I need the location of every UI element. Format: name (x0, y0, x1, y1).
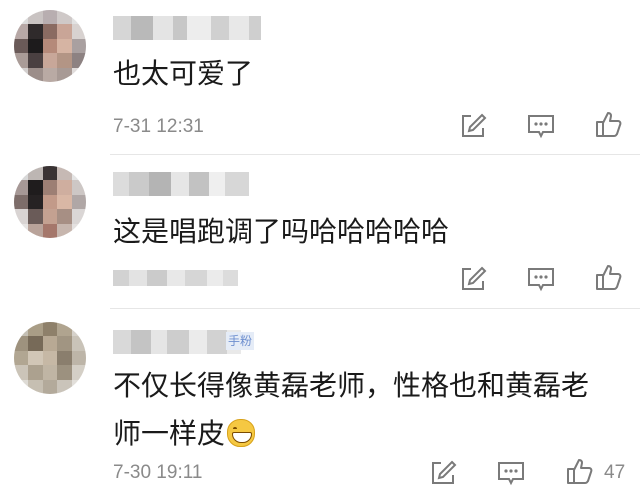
edit-share-icon (432, 460, 457, 484)
comment-text: 也太可爱了 (113, 57, 254, 90)
divider (110, 154, 640, 155)
like-button[interactable] (594, 262, 624, 292)
thumbs-up-icon (596, 112, 622, 137)
like-count: 47 (604, 462, 626, 483)
like-button[interactable] (594, 109, 624, 139)
divider (110, 308, 640, 309)
share-button[interactable] (428, 458, 458, 488)
comment-text-line2: 师一样皮 (113, 417, 226, 450)
comment-item: 手粉 不仅长得像黄磊老师，性格也和黄磊老 师一样皮 7-30 19:11 47 (0, 310, 640, 496)
username-blurred[interactable] (113, 16, 261, 40)
username-blurred[interactable] (113, 172, 249, 196)
reply-button[interactable] (526, 111, 556, 141)
comment-timestamp: 7-30 19:11 (113, 462, 203, 483)
edit-share-icon (462, 113, 487, 137)
avatar[interactable] (14, 166, 86, 238)
comment-bubble-icon (528, 115, 554, 139)
avatar[interactable] (14, 322, 86, 394)
timestamp-blurred (113, 270, 238, 286)
like-button[interactable] (565, 456, 595, 486)
reply-button[interactable] (496, 458, 526, 488)
comment-item: 也太可爱了 7-31 12:31 (0, 0, 640, 160)
comment-text: 这是唱跑调了吗哈哈哈哈哈 (113, 215, 450, 248)
comment-bubble-icon (498, 462, 524, 486)
username-blurred[interactable] (113, 330, 241, 354)
comment-item: 这是唱跑调了吗哈哈哈哈哈 (0, 160, 640, 310)
avatar[interactable] (14, 10, 86, 82)
thumbs-up-icon (567, 459, 593, 484)
fan-badge: 手粉 (226, 332, 255, 350)
share-button[interactable] (458, 111, 488, 141)
comment-text-line1: 不仅长得像黄磊老师，性格也和黄磊老 (113, 369, 590, 402)
reply-button[interactable] (526, 264, 556, 294)
comment-timestamp: 7-31 12:31 (113, 116, 204, 137)
grin-emoji-icon (227, 419, 256, 447)
comment-text: 不仅长得像黄磊老师，性格也和黄磊老 师一样皮 (113, 362, 633, 458)
share-button[interactable] (458, 264, 488, 294)
comment-bubble-icon (528, 268, 554, 292)
edit-share-icon (462, 266, 487, 290)
thumbs-up-icon (596, 265, 622, 290)
